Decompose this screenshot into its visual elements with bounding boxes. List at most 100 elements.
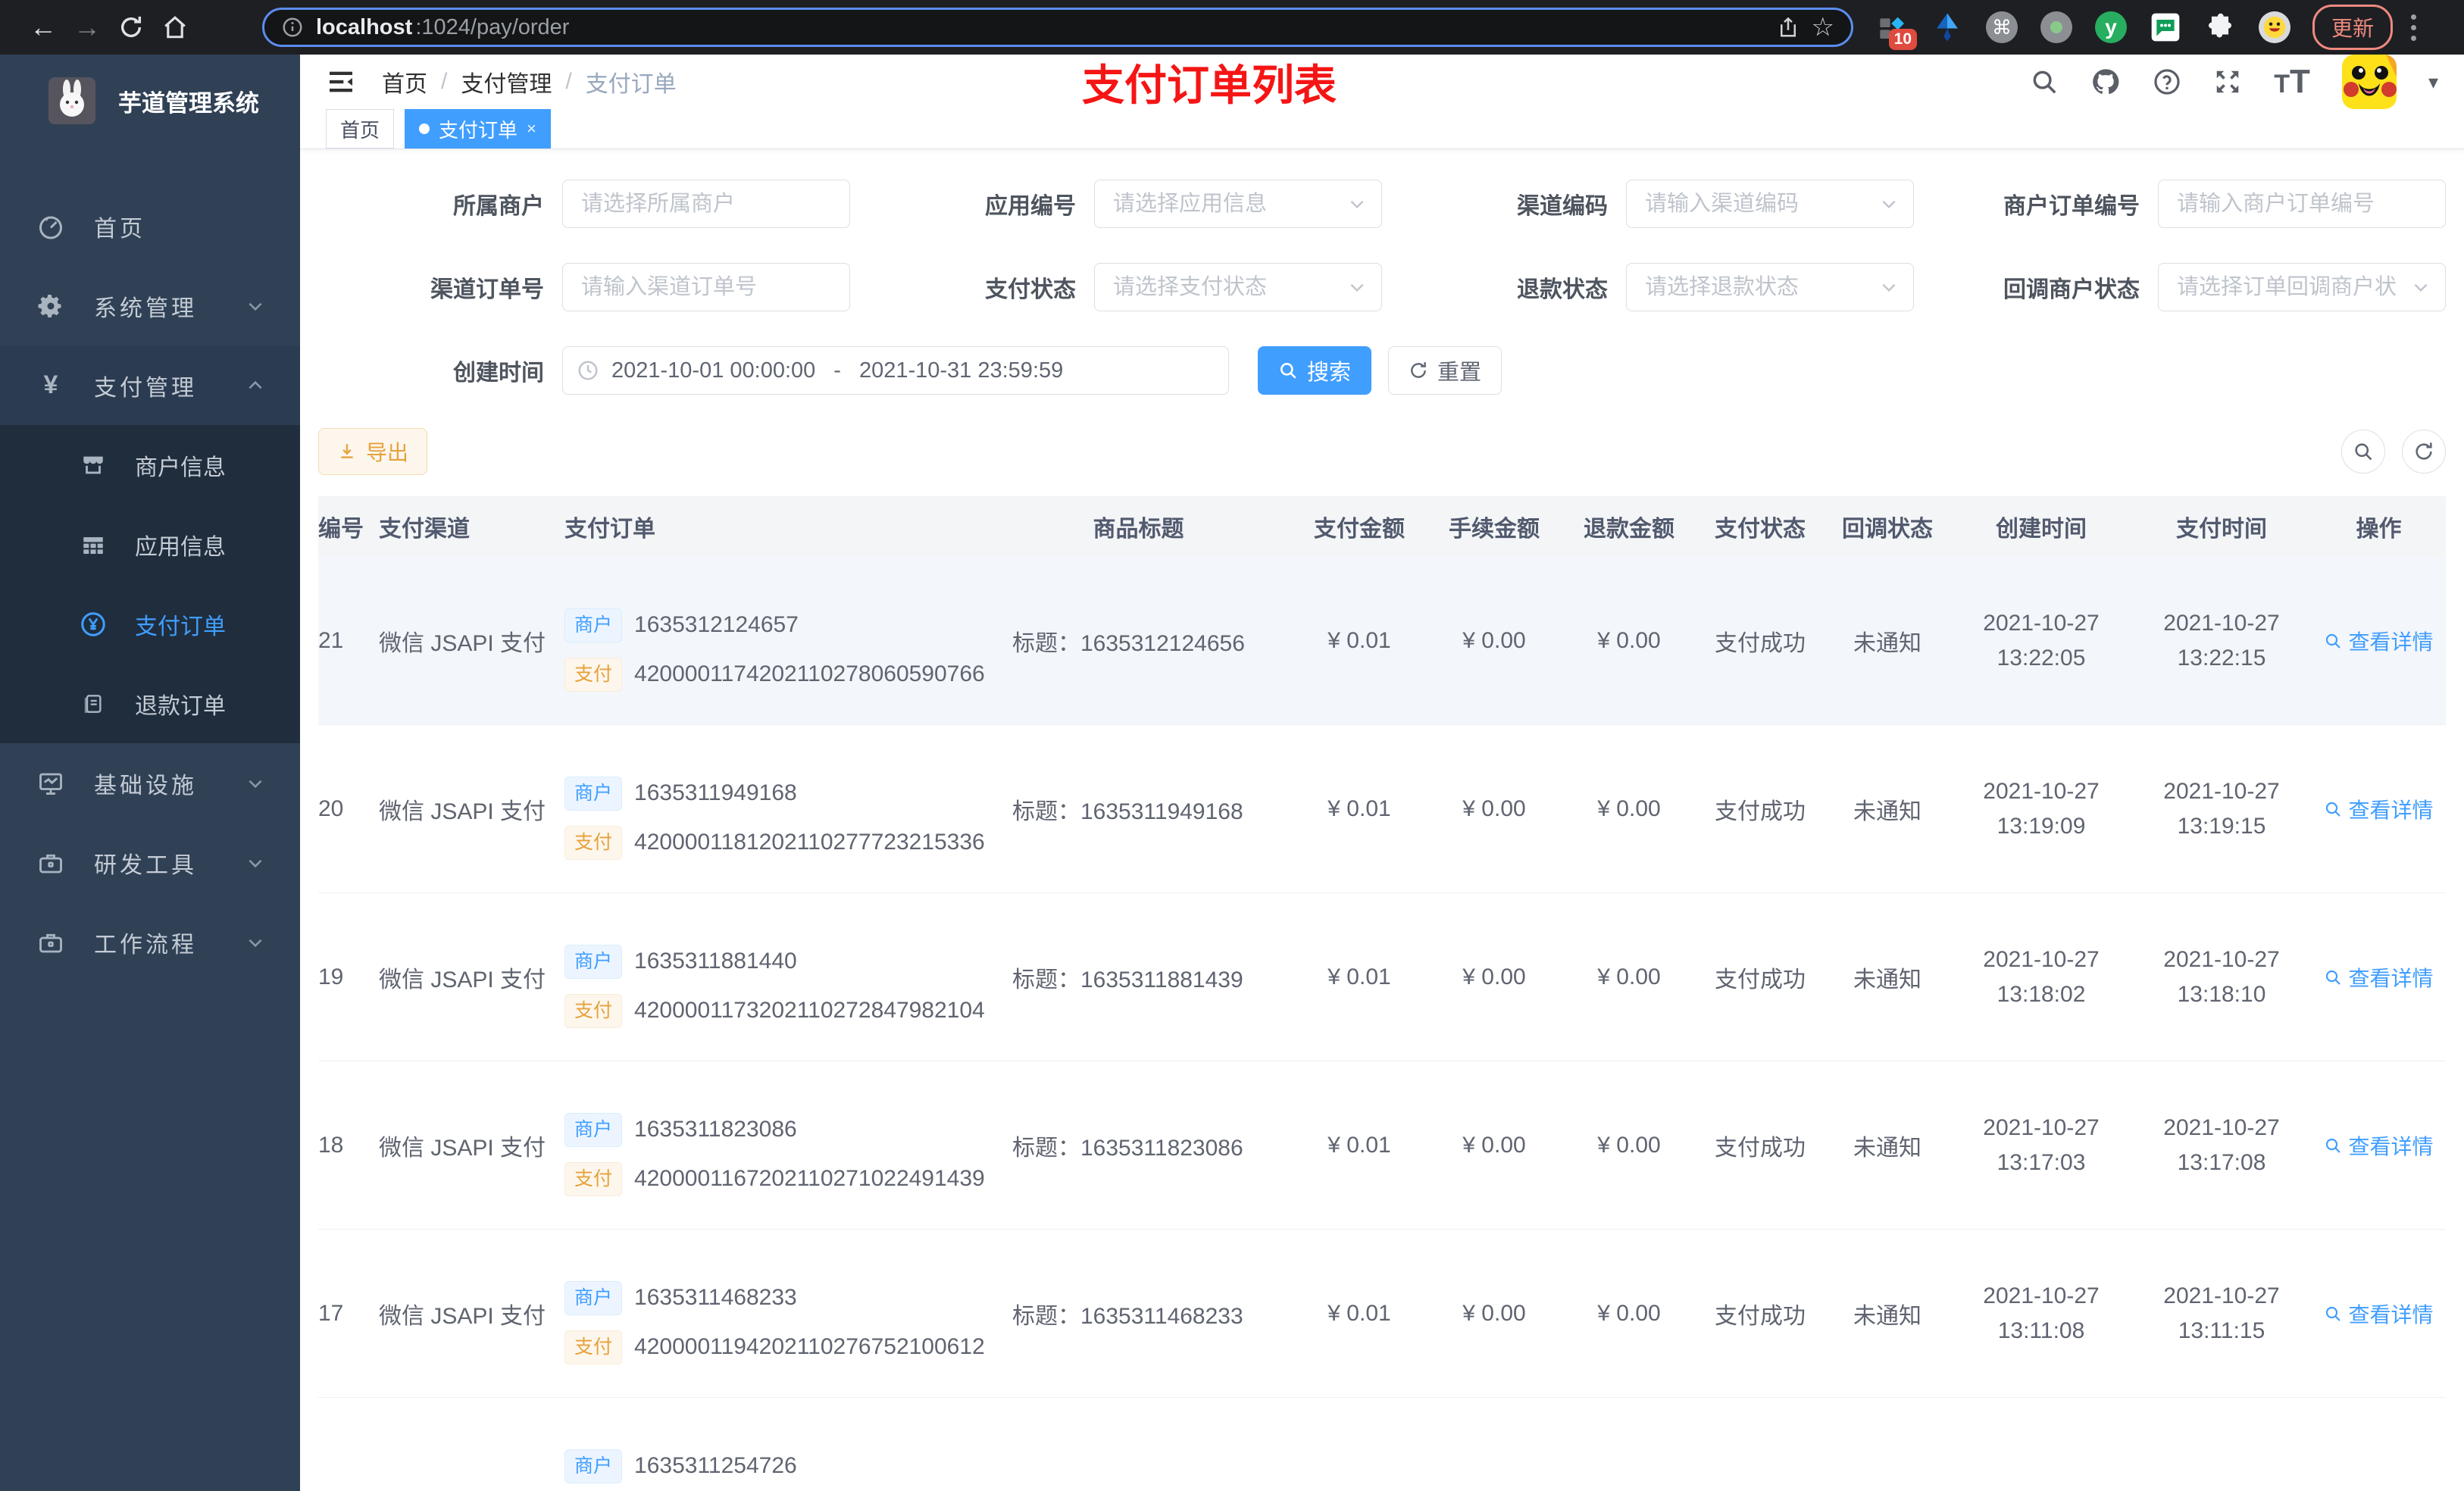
notify-status-select[interactable] [2158,263,2446,311]
search-icon [2326,970,2341,985]
view-detail-link[interactable]: 查看详情 [2324,794,2434,824]
site-info-icon[interactable] [281,16,304,39]
export-button[interactable]: 导出 [318,428,428,475]
sidebar-item-home[interactable]: 首页 [0,186,300,266]
filter-refund-status: 退款状态 [1382,263,1914,311]
view-detail-link[interactable]: 查看详情 [2324,1299,2434,1329]
app-select-input[interactable] [1094,180,1382,228]
view-detail-link[interactable]: 查看详情 [2324,1130,2434,1161]
channel-order-no-input[interactable] [562,263,850,311]
pay-order-cell: 商户 1635311254726 支付 [564,1398,985,1491]
reset-button[interactable]: 重置 [1388,346,1502,395]
notify-status: 未通知 [1853,630,1921,656]
filter-notify-status: 回调商户状态 [1914,263,2446,311]
merchant-select-input[interactable] [562,180,850,228]
extension-dot-icon[interactable] [2040,11,2073,44]
pay-tag: 支付 [564,657,623,692]
sidebar-item-system[interactable]: 系统管理 [0,266,300,345]
extension-emoji-icon[interactable] [2258,11,2291,44]
order-id: 20 [318,796,344,821]
sidebar-item-dev-tools[interactable]: 研发工具 [0,823,300,902]
view-detail-link[interactable]: 查看详情 [2324,626,2434,656]
breadcrumb-home[interactable]: 首页 [382,65,427,98]
pay-order-line: 支付 4200001174202110278060590766 [564,657,985,692]
channel-code-input[interactable] [1626,180,1914,228]
merchant-tag: 商户 [564,1280,623,1315]
share-icon[interactable] [1777,16,1800,39]
sidebar-item-workflow[interactable]: 工作流程 [0,902,300,982]
fee-amount: ¥ 0.00 [1462,1132,1526,1158]
reload-icon[interactable] [109,5,153,49]
extension-kite-icon[interactable] [1931,11,1964,44]
sidebar-fold-icon[interactable] [326,67,356,97]
avatar-caret-icon[interactable]: ▾ [2428,70,2438,94]
filter-merchant-order-no: 商户订单编号 [1914,180,2446,228]
pay-time: 13:17:08 [2177,1149,2266,1175]
sidebar-logo[interactable]: 芋道管理系统 [0,55,300,147]
sidebar-item-merchant-info[interactable]: 商户信息 [0,425,300,505]
date-range-picker[interactable]: 2021-10-01 00:00:00 - 2021-10-31 23:59:5… [562,346,1229,395]
browser-menu-icon[interactable] [2411,14,2417,41]
sidebar-item-app-info[interactable]: 应用信息 [0,505,300,584]
filter-date-row: 创建时间 2021-10-01 00:00:00 - 2021-10-31 23… [318,346,2446,395]
tag-home[interactable]: 首页 [326,109,395,148]
refund-status-select[interactable] [1626,263,1914,311]
extension-tabs-icon[interactable]: 10 [1876,11,1917,50]
sidebar-item-pay-order[interactable]: 支付订单 [0,584,300,664]
sidebar-item-label: 商户信息 [135,455,226,480]
tag-pay-order[interactable]: 支付订单 × [405,109,551,148]
chevron-down-icon [245,296,265,316]
forward-icon[interactable]: → [65,5,109,49]
merchant-order-line: 商户 1635311254726 [564,1449,797,1483]
help-icon[interactable] [2153,67,2181,96]
pay-order-line: 支付 4200001194202110276752100612 [564,1330,985,1364]
breadcrumb-separator: / [441,69,448,94]
create-time: 13:11:08 [1997,1318,2085,1343]
table-row: 17 微信 JSAPI 支付 商户 1635311468233 支付 42000… [318,1230,2446,1398]
refund-amount: ¥ 0.00 [1597,1300,1661,1326]
extension-row: 10 ⌘ y [1876,11,2291,50]
orders-table: 编号 支付渠道 支付订单 商品标题 支付金额 手续金额 退款金额 支付状态 回调… [318,496,2446,1491]
main-panel: 首页 / 支付管理 / 支付订单 支付订单列表 TT ▾ 首页 支付订单 × 所… [300,55,2464,1491]
merchant-order-line: 商户 1635311468233 [564,1280,797,1315]
refresh-table-button[interactable] [2402,430,2446,474]
github-icon[interactable] [2090,67,2121,97]
chevron-down-icon [2411,277,2431,297]
breadcrumb-payment[interactable]: 支付管理 [461,65,552,98]
filter-label: 渠道编码 [1517,194,1608,219]
search-button[interactable]: 搜索 [1258,346,1372,395]
pay-status-select[interactable] [1094,263,1382,311]
active-dot [419,123,430,134]
extension-puzzle-icon[interactable] [2203,11,2237,44]
extension-cmd-icon[interactable]: ⌘ [1985,11,2018,44]
back-icon[interactable]: ← [21,5,65,49]
browser-update-button[interactable]: 更新 [2312,5,2394,50]
table-toolbar: 导出 [318,428,2446,475]
merchant-order-no-input[interactable] [2158,180,2446,228]
fullscreen-icon[interactable] [2213,67,2242,96]
extension-chat-icon[interactable] [2149,11,2182,44]
extension-y-icon[interactable]: y [2094,11,2128,44]
pay-time-cell: 2021-10-27 13:11:15 [2131,1279,2312,1349]
pay-date: 2021-10-27 [2163,778,2280,804]
cmd-glyph: ⌘ [1986,11,2018,43]
view-detail-label: 查看详情 [2348,798,2434,822]
pay-order-cell: 商户 1635311823086 支付 42000011672021102710… [564,1061,985,1229]
address-bar[interactable]: localhost :1024/pay/order ☆ [262,8,1853,47]
view-detail-link[interactable]: 查看详情 [2324,962,2434,992]
avatar[interactable] [2341,55,2397,109]
toggle-search-button[interactable] [2341,430,2385,474]
tag-close-icon[interactable]: × [527,119,536,139]
sidebar-item-payment[interactable]: ¥ 支付管理 [0,345,300,425]
pay-time: 13:11:15 [2178,1318,2265,1343]
sidebar-item-infra[interactable]: 基础设施 [0,743,300,823]
dashboard-icon [35,213,67,240]
font-size-icon[interactable]: TT [2274,63,2310,101]
sidebar-item-refund-order[interactable]: 退款订单 [0,664,300,743]
search-icon[interactable] [2030,67,2059,96]
bookmark-star-icon[interactable]: ☆ [1812,12,1834,42]
breadcrumb-separator: / [565,69,572,94]
home-icon[interactable] [153,5,197,49]
action-cell: 查看详情 [2312,1130,2446,1161]
product-title: 标题：1635311949168 [1012,799,1243,824]
